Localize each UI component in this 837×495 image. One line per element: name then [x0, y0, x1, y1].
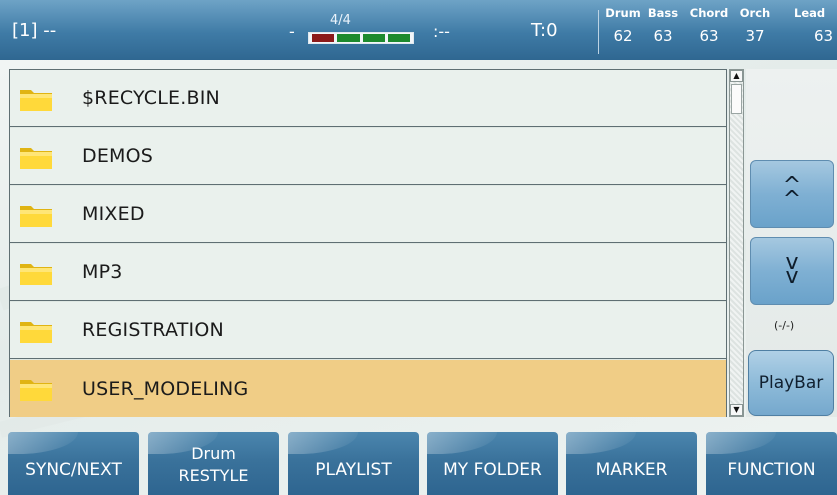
- scrollbar-thumb[interactable]: [731, 84, 742, 114]
- playbar-button[interactable]: PlayBar: [748, 350, 834, 416]
- chevron-up-icon: ^: [782, 187, 802, 212]
- file-list-item[interactable]: $RECYCLE.BIN: [10, 70, 726, 127]
- folder-icon: [18, 85, 54, 113]
- file-list-item-selected[interactable]: USER_MODELING: [10, 360, 726, 417]
- tempo-indicator: T:0: [531, 20, 558, 41]
- button-label: FUNCTION: [727, 460, 816, 480]
- page-up-button[interactable]: ^ ^: [750, 160, 834, 228]
- folder-icon: [18, 259, 54, 287]
- button-label-line2: RESTYLE: [178, 466, 249, 485]
- list-scrollbar[interactable]: ▲ ▼: [729, 69, 744, 417]
- scroll-down-arrow-icon[interactable]: ▼: [730, 404, 743, 416]
- file-list-item[interactable]: REGISTRATION: [10, 302, 726, 359]
- chevron-down-icon: v: [785, 264, 799, 289]
- mixer-label: Chord: [689, 6, 729, 20]
- bar-counter: :--: [433, 22, 450, 41]
- mixer-label: Bass: [647, 6, 679, 20]
- mixer-channel-lead: Lead 63: [794, 6, 837, 45]
- button-label: MY FOLDER: [443, 460, 542, 480]
- function-button[interactable]: FUNCTION: [706, 432, 837, 495]
- beat-meter: [308, 32, 414, 44]
- mixer-channel-orch: Orch 37: [730, 6, 780, 45]
- mixer-label: Lead: [794, 6, 826, 20]
- beat-segment: [337, 34, 360, 42]
- folder-icon: [18, 201, 54, 229]
- position-dash: -: [289, 22, 295, 41]
- my-folder-button[interactable]: MY FOLDER: [427, 432, 558, 495]
- marker-button[interactable]: MARKER: [566, 432, 697, 495]
- mixer-value: 63: [653, 27, 673, 45]
- file-name: REGISTRATION: [82, 319, 224, 341]
- mixer-value: 37: [745, 27, 765, 45]
- file-list-item[interactable]: MIXED: [10, 186, 726, 243]
- button-label: MARKER: [595, 460, 668, 480]
- file-name: MIXED: [82, 203, 145, 225]
- mixer-value: 63: [814, 27, 834, 45]
- time-signature: 4/4: [330, 13, 351, 28]
- folder-icon: [18, 143, 54, 171]
- folder-icon: [18, 375, 54, 403]
- mixer-levels: Drum 62 Bass 63 Chord 63 Orch 37 Lead 63: [600, 6, 837, 56]
- drum-restyle-button[interactable]: Drum RESTYLE: [148, 432, 279, 495]
- beat-segment: [387, 34, 410, 42]
- mixer-channel-bass: Bass 63: [638, 6, 688, 45]
- page-down-button[interactable]: v v: [750, 237, 834, 305]
- slot-indicator: [1] --: [12, 20, 57, 41]
- button-label-line1: Drum: [191, 444, 236, 463]
- file-list: $RECYCLE.BIN DEMOS MIXED MP3 REGISTRATIO…: [9, 69, 727, 417]
- mixer-value: 63: [699, 27, 719, 45]
- file-list-item[interactable]: DEMOS: [10, 128, 726, 185]
- scroll-up-arrow-icon[interactable]: ▲: [730, 70, 743, 82]
- file-name: DEMOS: [82, 145, 154, 167]
- file-list-item[interactable]: MP3: [10, 244, 726, 301]
- button-label: PLAYLIST: [315, 460, 392, 480]
- sync-next-button[interactable]: SYNC/NEXT: [8, 432, 139, 495]
- status-bar: [1] -- - 4/4 :-- T:0 Drum 62 Bass 63 Cho…: [0, 0, 837, 60]
- page-counter: (-/-): [774, 319, 795, 332]
- file-name: MP3: [82, 261, 123, 283]
- mixer-channel-chord: Chord 63: [684, 6, 734, 45]
- file-name: $RECYCLE.BIN: [82, 87, 220, 109]
- button-label: SYNC/NEXT: [25, 460, 122, 480]
- playlist-button[interactable]: PLAYLIST: [288, 432, 419, 495]
- folder-icon: [18, 317, 54, 345]
- file-name: USER_MODELING: [82, 377, 249, 400]
- beat-segment: [362, 34, 385, 42]
- mixer-label: Orch: [739, 6, 771, 20]
- beat-segment: [312, 34, 335, 42]
